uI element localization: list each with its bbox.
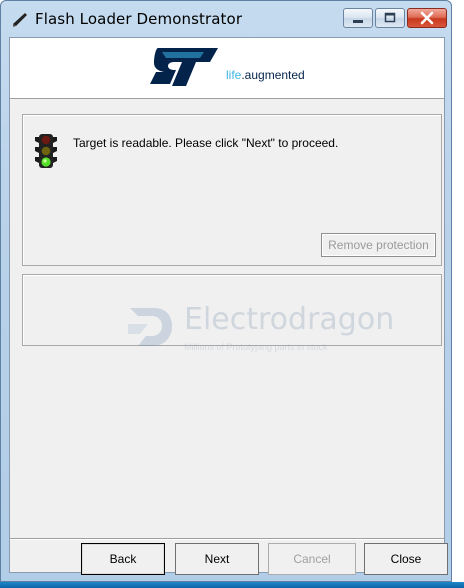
st-banner: life.augmented: [10, 38, 444, 99]
cancel-button[interactable]: Cancel: [268, 543, 356, 575]
watermark-subtitle: Millions of Prototyping parts in stock: [184, 342, 328, 352]
watermark: Electrodragon Millions of Prototyping pa…: [124, 298, 394, 358]
remove-protection-button[interactable]: Remove protection: [321, 233, 436, 257]
window-close-button[interactable]: [407, 8, 447, 28]
close-icon: [420, 11, 434, 25]
status-group: Target is readable. Please click "Next" …: [22, 114, 442, 266]
footer-divider: [10, 538, 444, 539]
window-title: Flash Loader Demonstrator: [35, 10, 243, 28]
app-window: Flash Loader Demonstrator life.augmented: [0, 0, 452, 582]
status-message: Target is readable. Please click "Next" …: [73, 136, 339, 150]
maximize-button[interactable]: [375, 8, 405, 28]
next-button[interactable]: Next: [175, 543, 259, 575]
app-icon: [13, 13, 27, 27]
title-bar[interactable]: Flash Loader Demonstrator: [1, 1, 451, 37]
taskbar-strip: [0, 582, 464, 588]
minimize-button[interactable]: [343, 8, 373, 28]
dragon-logo-icon: [128, 308, 172, 346]
watermark-title: Electrodragon: [184, 302, 395, 337]
back-button[interactable]: Back: [81, 543, 165, 575]
maximize-icon: [384, 12, 396, 23]
dialog-client-area: life.augmented Target is readable. Pleas…: [9, 37, 448, 575]
minimize-icon: [353, 20, 363, 23]
st-logo: [150, 48, 218, 86]
close-button[interactable]: Close: [364, 543, 448, 575]
traffic-light-icon: [35, 134, 57, 168]
tagline: life.augmented: [226, 68, 305, 82]
